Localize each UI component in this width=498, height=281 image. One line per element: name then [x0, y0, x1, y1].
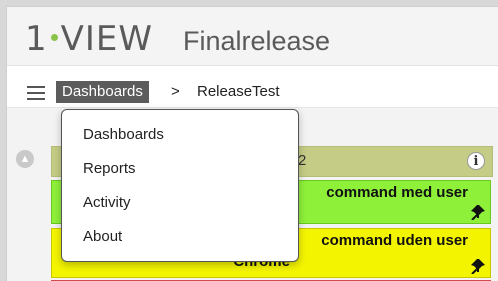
chevron-up-icon[interactable]: ▲	[16, 150, 34, 168]
project-name: Finalrelease	[183, 26, 331, 56]
logo-dot	[50, 34, 58, 41]
pin-icon[interactable]	[470, 258, 486, 274]
dropdown-menu: Dashboards Reports Activity About	[61, 109, 299, 262]
breadcrumb-separator: >	[171, 83, 180, 100]
breadcrumb-bar: Dashboards > ReleaseTest	[7, 77, 498, 108]
divider	[7, 65, 498, 66]
app-window: 1 VIEW Finalrelease Dashboards > ReleaseT…	[6, 6, 498, 281]
group-count: 2	[298, 152, 307, 169]
info-icon[interactable]: i	[467, 152, 485, 170]
menu-item-reports[interactable]: Reports	[62, 154, 298, 184]
pin-icon[interactable]	[470, 204, 486, 220]
menu-item-activity[interactable]: Activity	[62, 188, 298, 218]
breadcrumb-dashboards-link[interactable]: Dashboards	[56, 81, 149, 103]
app-logo: 1 VIEW	[25, 19, 154, 59]
menu-item-about[interactable]: About	[62, 222, 298, 252]
menu-item-dashboards[interactable]: Dashboards	[62, 120, 298, 150]
title-bar: 1 VIEW Finalrelease	[7, 7, 498, 65]
breadcrumb-current: ReleaseTest	[197, 83, 280, 100]
hamburger-icon[interactable]	[27, 86, 45, 100]
